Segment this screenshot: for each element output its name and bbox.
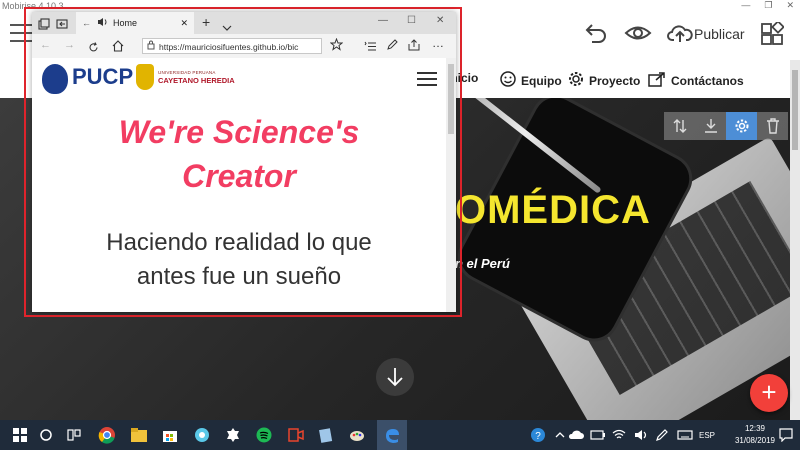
- nav-item-contactanos[interactable]: Contáctanos: [648, 71, 744, 90]
- forward-icon[interactable]: →: [64, 39, 75, 51]
- tab-home[interactable]: ← Home ✕: [76, 12, 194, 34]
- subheadline-line-1: Haciendo realidad lo que: [106, 229, 372, 256]
- url-field[interactable]: https://mauriciosifuentes.github.io/bic: [142, 38, 322, 54]
- pucp-logo-text: PUCP: [72, 64, 134, 89]
- favorites-list-icon[interactable]: [364, 39, 377, 57]
- maximize-button[interactable]: ❐: [764, 0, 772, 14]
- subheadline-line-2: antes fue un sueño: [136, 263, 342, 290]
- sort-icon[interactable]: [664, 112, 695, 140]
- window-controls: — ❐ ✕: [741, 0, 794, 14]
- settings-icon[interactable]: [726, 112, 757, 140]
- tab-back-icon: ←: [82, 18, 91, 28]
- paint-icon[interactable]: [347, 425, 367, 445]
- tab-title: Home: [113, 18, 138, 28]
- cloud-upload-icon[interactable]: [667, 22, 693, 49]
- subheadline: Haciendo realidad lo que antes fue un su…: [32, 226, 446, 294]
- address-bar-row: ← → https://mauriciosifuentes.github.io/…: [32, 34, 456, 59]
- close-tab-icon[interactable]: ✕: [180, 18, 188, 29]
- whatsapp-icon[interactable]: [192, 425, 212, 445]
- smile-icon: [500, 71, 516, 90]
- edge-minimize-button[interactable]: —: [378, 15, 388, 26]
- add-block-button[interactable]: +: [750, 374, 788, 412]
- spotify-icon[interactable]: [254, 425, 274, 445]
- nav-label: Contáctanos: [671, 73, 744, 88]
- cayetano-crest-logo: [136, 64, 154, 90]
- clock-date[interactable]: 31/08/2019: [727, 436, 783, 445]
- nav-label: Proyecto: [589, 73, 641, 88]
- nav-item-equipo[interactable]: Equipo: [500, 71, 562, 90]
- mobirise-icon[interactable]: [286, 425, 306, 445]
- url-text: https://mauriciosifuentes.github.io/bic: [159, 42, 299, 52]
- scroll-down-button[interactable]: [376, 358, 414, 396]
- file-explorer-icon[interactable]: [129, 425, 149, 445]
- menu-icon[interactable]: [417, 72, 437, 88]
- blocks-icon[interactable]: [760, 20, 785, 51]
- cayetano-logo-top: UNIVERSIDAD PERUANA: [158, 70, 216, 75]
- edge-maximize-button[interactable]: ☐: [407, 15, 416, 26]
- home-icon[interactable]: [112, 39, 124, 57]
- help-icon[interactable]: ?: [528, 425, 548, 445]
- battery-icon: [588, 425, 608, 445]
- edge-icon[interactable]: [382, 425, 402, 445]
- arrow-down-icon: [387, 368, 403, 387]
- app-badge-icon[interactable]: [223, 425, 243, 445]
- preview-scrollbar-thumb[interactable]: [448, 64, 454, 134]
- clock-time[interactable]: 12:39: [737, 424, 773, 433]
- hero-subtitle: n el Perú: [455, 256, 510, 271]
- gear-icon: [568, 71, 584, 90]
- edge-close-button[interactable]: ✕: [436, 15, 444, 26]
- close-button[interactable]: ✕: [786, 0, 794, 14]
- back-icon[interactable]: ←: [40, 39, 51, 51]
- hero-title: OMÉDICA: [455, 188, 651, 232]
- input-language[interactable]: ESP: [699, 431, 715, 440]
- headline-line-2: Creator: [182, 158, 296, 194]
- headline-line-1: We're Science's: [118, 114, 360, 150]
- svg-text:?: ?: [535, 431, 541, 442]
- publish-button[interactable]: Publicar: [694, 26, 745, 42]
- share-icon: [648, 71, 666, 90]
- minimize-button[interactable]: —: [741, 0, 750, 14]
- chrome-icon[interactable]: [97, 425, 117, 445]
- speaker-icon[interactable]: [97, 17, 108, 29]
- tab-strip: ← Home ✕ + — ☐ ✕: [32, 12, 456, 34]
- trash-icon[interactable]: [757, 112, 788, 140]
- onedrive-icon[interactable]: [566, 425, 586, 445]
- pen-icon[interactable]: [386, 38, 398, 56]
- refresh-icon[interactable]: [88, 40, 99, 58]
- lock-icon: [147, 39, 155, 53]
- headline: We're Science's Creator: [32, 110, 446, 198]
- undo-icon[interactable]: [582, 22, 608, 49]
- share-icon[interactable]: [408, 38, 420, 56]
- page-scrollbar-thumb[interactable]: [792, 70, 798, 150]
- set-tabs-aside-icon[interactable]: [56, 17, 68, 35]
- task-view-icon[interactable]: [64, 425, 84, 445]
- volume-icon[interactable]: [631, 425, 651, 445]
- tab-preview-icon[interactable]: [38, 17, 50, 35]
- notepad-icon[interactable]: [316, 425, 336, 445]
- download-icon[interactable]: [695, 112, 726, 140]
- windows-start-icon[interactable]: [10, 425, 30, 445]
- keyboard-icon[interactable]: [675, 425, 695, 445]
- store-icon[interactable]: [160, 425, 180, 445]
- pucp-shield-logo: [42, 64, 68, 94]
- more-icon[interactable]: …: [432, 36, 444, 50]
- mobile-page-preview: PUCP UNIVERSIDAD PERUANA CAYETANO HEREDI…: [32, 58, 446, 312]
- block-toolbar: [664, 112, 788, 140]
- new-tab-button[interactable]: +: [202, 14, 210, 30]
- eye-icon[interactable]: [624, 22, 652, 49]
- search-icon[interactable]: [36, 425, 56, 445]
- taskbar: ?: [0, 420, 800, 450]
- nav-item-proyecto[interactable]: Proyecto: [568, 71, 640, 90]
- cayetano-logo-name: CAYETANO HEREDIA: [158, 76, 235, 85]
- star-icon[interactable]: [329, 37, 344, 56]
- nav-label: Equipo: [521, 73, 562, 88]
- edge-browser-window: ← Home ✕ + — ☐ ✕ ← → https://mauriciosif…: [32, 12, 456, 312]
- pen-ink-icon[interactable]: [652, 425, 672, 445]
- wifi-icon[interactable]: [609, 425, 629, 445]
